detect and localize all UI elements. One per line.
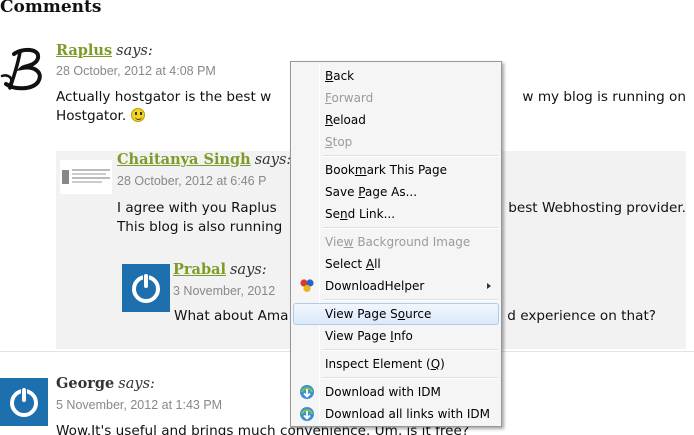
comments-heading: Comments bbox=[0, 0, 102, 17]
menu-item-stop[interactable]: Stop bbox=[293, 131, 499, 153]
menu-separator bbox=[322, 299, 498, 301]
calligraphic-b-avatar-icon bbox=[0, 47, 42, 91]
author-name: George bbox=[56, 375, 115, 392]
menu-item-downloadhelper[interactable]: DownloadHelper bbox=[293, 275, 499, 297]
says-label: says: bbox=[118, 376, 155, 392]
avatar-prabal bbox=[122, 264, 170, 312]
author-link[interactable]: Prabal bbox=[173, 261, 226, 278]
idm-icon bbox=[300, 385, 314, 399]
menu-item-download-with-idm[interactable]: Download with IDM bbox=[293, 381, 499, 403]
menu-item-select-all[interactable]: Select All bbox=[293, 253, 499, 275]
menu-item-reload[interactable]: Reload bbox=[293, 109, 499, 131]
menu-separator bbox=[322, 227, 498, 229]
comment-text-right: w my blog is running on bbox=[522, 89, 686, 105]
power-icon bbox=[132, 273, 160, 303]
comment-text-right: d experience on that? bbox=[507, 308, 656, 324]
menu-item-view-page-source[interactable]: View Page Source bbox=[293, 303, 499, 325]
comment-author-prabal: Prabal says: bbox=[173, 261, 267, 278]
author-link[interactable]: Raplus bbox=[56, 42, 112, 59]
submenu-arrow-icon bbox=[487, 283, 491, 289]
comment-text-line2-text: Hostgator. bbox=[56, 108, 127, 124]
comment-author-chaitanya: Chaitanya Singh says: bbox=[117, 151, 291, 168]
says-label: says: bbox=[229, 262, 267, 278]
menu-item-forward[interactable]: Forward bbox=[293, 87, 499, 109]
comment-date[interactable]: 5 November, 2012 at 1:43 PM bbox=[56, 398, 222, 412]
site-logo-avatar-icon bbox=[60, 160, 112, 194]
author-link[interactable]: Chaitanya Singh bbox=[117, 151, 251, 168]
says-label: says: bbox=[254, 152, 292, 168]
menu-item-save-page-as[interactable]: Save Page As... bbox=[293, 181, 499, 203]
avatar-chaitanya bbox=[60, 160, 112, 194]
comment-text: What about Ama bbox=[174, 308, 289, 324]
smiley-icon bbox=[130, 108, 145, 122]
downloadhelper-icon bbox=[300, 279, 314, 293]
menu-item-bookmark-page[interactable]: Bookmark This Page bbox=[293, 159, 499, 181]
comment-date[interactable]: 28 October, 2012 at 6:46 P bbox=[117, 174, 266, 188]
menu-item-send-link[interactable]: Send Link... bbox=[293, 203, 499, 225]
avatar-raplus bbox=[0, 44, 50, 94]
idm-icon bbox=[300, 407, 314, 421]
menu-item-view-background-image[interactable]: View Background Image bbox=[293, 231, 499, 253]
menu-item-inspect-element[interactable]: Inspect Element (Q) bbox=[293, 353, 499, 375]
comment-author-george: George says: bbox=[56, 375, 155, 392]
avatar-george bbox=[0, 378, 48, 426]
menu-separator bbox=[322, 155, 498, 157]
comment-date[interactable]: 3 November, 2012 bbox=[173, 284, 275, 298]
comment-text: Actually hostgator is the best w bbox=[56, 89, 272, 105]
comment-text-right: best Webhosting provider. bbox=[508, 200, 686, 216]
menu-separator bbox=[322, 349, 498, 351]
comment-author-raplus: Raplus says: bbox=[56, 42, 153, 59]
comment-text-line2: This blog is also running bbox=[117, 219, 283, 235]
says-label: says: bbox=[116, 43, 153, 59]
menu-separator bbox=[322, 377, 498, 379]
browser-context-menu: Back Forward Reload Stop Bookmark This P… bbox=[290, 61, 502, 427]
power-icon bbox=[10, 387, 38, 417]
comment-text-line2: Hostgator. bbox=[56, 106, 145, 126]
menu-item-back[interactable]: Back bbox=[293, 65, 499, 87]
menu-item-view-page-info[interactable]: View Page Info bbox=[293, 325, 499, 347]
comment-text: I agree with you Raplus bbox=[117, 200, 277, 216]
comment-date[interactable]: 28 October, 2012 at 4:08 PM bbox=[56, 64, 216, 78]
menu-item-download-all-links-idm[interactable]: Download all links with IDM bbox=[293, 403, 499, 425]
